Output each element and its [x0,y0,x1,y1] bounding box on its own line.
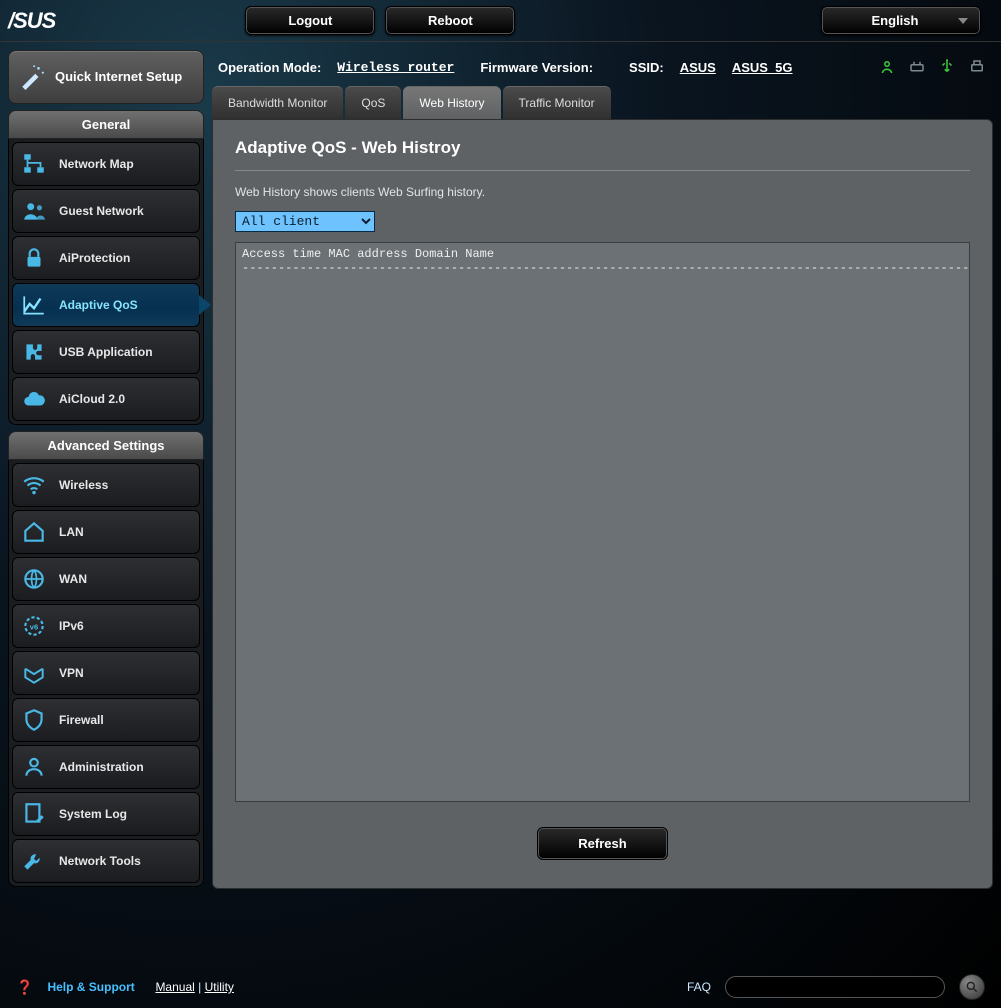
sidebar-item-network-map[interactable]: Network Map [12,142,200,186]
cloud-icon [21,386,47,412]
sidebar-item-lan[interactable]: LAN [12,510,200,554]
panel-description: Web History shows clients Web Surfing hi… [235,185,970,199]
sidebar-item-wireless[interactable]: Wireless [12,463,200,507]
faq-search-input[interactable] [725,976,945,998]
status-bar: Operation Mode: Wireless router Firmware… [212,50,993,86]
globe-icon [21,566,47,592]
lock-icon [21,245,47,271]
sidebar-item-label: Network Tools [59,854,141,868]
sidebar-item-guest-network[interactable]: Guest Network [12,189,200,233]
shield-icon [21,707,47,733]
op-mode-link[interactable]: Wireless router [337,60,454,75]
svg-text:v6: v6 [30,622,38,631]
tab-web-history[interactable]: Web History [403,86,500,119]
search-icon [965,980,979,994]
puzzle-icon [21,339,47,365]
advanced-menu: Wireless LAN WAN v6 IPv6 VPN [8,460,204,887]
usb-status-icon[interactable] [937,58,957,76]
general-section-header: General [8,110,204,139]
sidebar-item-adaptive-qos[interactable]: Adaptive QoS [12,283,200,327]
network-map-icon [21,151,47,177]
advanced-section-header: Advanced Settings [8,431,204,460]
quick-internet-setup-button[interactable]: Quick Internet Setup [8,50,204,104]
op-mode-label: Operation Mode: [218,60,321,75]
sidebar-item-label: AiCloud 2.0 [59,392,125,406]
help-icon: ❓ [16,979,33,996]
ipv6-icon: v6 [21,613,47,639]
logout-button[interactable]: Logout [245,6,375,35]
footer-links: Manual | Utility [149,980,234,994]
sidebar-item-network-tools[interactable]: Network Tools [12,839,200,883]
user-icon [21,754,47,780]
faq-label: FAQ [687,980,711,994]
printer-status-icon[interactable] [967,58,987,76]
ssid1-link[interactable]: ASUS [680,60,716,75]
sidebar-item-firewall[interactable]: Firewall [12,698,200,742]
reboot-button[interactable]: Reboot [385,6,515,35]
panel-title: Adaptive QoS - Web Histroy [235,138,970,158]
wifi-icon [21,472,47,498]
divider [235,170,970,171]
sidebar-item-label: VPN [59,666,84,680]
fw-label: Firmware Version: [480,60,593,75]
ssid2-link[interactable]: ASUS_5G [732,60,793,75]
sidebar-item-label: IPv6 [59,619,84,633]
sidebar-item-label: Firewall [59,713,104,727]
home-icon [21,519,47,545]
sidebar-item-ipv6[interactable]: v6 IPv6 [12,604,200,648]
refresh-button[interactable]: Refresh [537,827,667,860]
sidebar-item-label: Network Map [59,157,134,171]
wrench-icon [21,848,47,874]
general-menu: Network Map Guest Network AiProtection A… [8,139,204,425]
document-edit-icon [21,801,47,827]
sidebar-item-label: LAN [59,525,84,539]
sidebar-item-label: System Log [59,807,127,821]
utility-link[interactable]: Utility [205,980,234,994]
manual-link[interactable]: Manual [155,980,194,994]
chevron-down-icon [958,18,968,24]
tab-traffic-monitor[interactable]: Traffic Monitor [503,86,611,119]
ssid-label: SSID: [629,60,664,75]
sidebar-item-label: USB Application [59,345,153,359]
sidebar-item-label: WAN [59,572,87,586]
sidebar-item-label: Administration [59,760,144,774]
users-icon [21,198,47,224]
sidebar-item-aicloud[interactable]: AiCloud 2.0 [12,377,200,421]
asus-logo: /SUS [8,8,55,34]
language-dropdown[interactable]: English [821,6,981,35]
quick-setup-label: Quick Internet Setup [55,69,182,85]
web-history-output[interactable]: Access time MAC address Domain Name ----… [235,242,970,802]
tab-bandwidth-monitor[interactable]: Bandwidth Monitor [212,86,343,119]
help-support-label: Help & Support [47,980,134,994]
sidebar-item-label: Wireless [59,478,108,492]
magic-wand-icon [19,64,45,90]
person-status-icon[interactable] [877,58,897,76]
sidebar-item-system-log[interactable]: System Log [12,792,200,836]
content-panel: Adaptive QoS - Web Histroy Web History s… [212,119,993,889]
sidebar-item-label: Guest Network [59,204,144,218]
client-filter-select[interactable]: All client [235,211,375,232]
sidebar-item-label: Adaptive QoS [59,298,138,312]
router-status-icon[interactable] [907,58,927,76]
sidebar-item-label: AiProtection [59,251,130,265]
sidebar-item-administration[interactable]: Administration [12,745,200,789]
vpn-icon [21,660,47,686]
sidebar-item-aiprotection[interactable]: AiProtection [12,236,200,280]
faq-search-button[interactable] [959,974,985,1000]
tab-qos[interactable]: QoS [345,86,401,119]
sidebar-item-vpn[interactable]: VPN [12,651,200,695]
chart-line-icon [21,292,47,318]
sidebar-item-usb-application[interactable]: USB Application [12,330,200,374]
sidebar-item-wan[interactable]: WAN [12,557,200,601]
